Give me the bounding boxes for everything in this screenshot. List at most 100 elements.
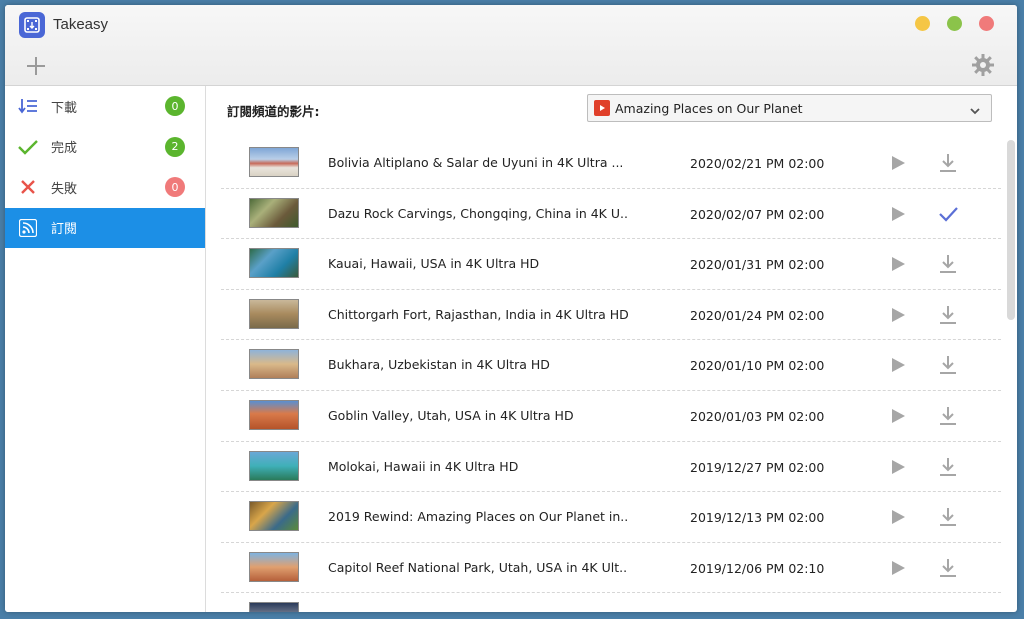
app-logo-icon <box>19 12 45 38</box>
play-button[interactable] <box>889 255 907 273</box>
download-icon <box>940 508 956 527</box>
add-button[interactable] <box>25 55 47 77</box>
sidebar-item-failed[interactable]: 失敗 0 <box>5 167 205 208</box>
video-thumbnail <box>249 298 299 329</box>
video-thumbnail <box>249 602 299 612</box>
video-title: Bolivia Altiplano & Salar de Uyuni in 4K… <box>328 155 624 170</box>
video-row[interactable]: Dazu Rock Carvings, Chongqing, China in … <box>221 189 1001 240</box>
video-thumbnail <box>249 147 299 177</box>
play-icon <box>892 358 905 373</box>
channel-name: Amazing Places on Our Planet <box>615 100 803 116</box>
video-thumbnail <box>249 501 299 532</box>
rss-icon <box>17 217 39 239</box>
play-button[interactable] <box>889 205 907 223</box>
video-date: 2019/12/27 PM 02:00 <box>690 459 825 475</box>
play-button[interactable] <box>889 559 907 577</box>
play-icon <box>892 459 905 474</box>
check-icon <box>17 136 39 158</box>
sidebar-item-subscriptions[interactable]: 訂閱 <box>5 207 205 248</box>
video-title: Molokai, Hawaii in 4K Ultra HD <box>328 458 519 474</box>
download-list-icon <box>17 95 39 117</box>
video-row[interactable]: Bolivia Altiplano & Salar de Uyuni in 4K… <box>221 138 1001 189</box>
title-bar: Takeasy <box>5 5 1017 86</box>
plus-icon <box>27 57 45 75</box>
video-thumbnail <box>249 399 299 430</box>
video-title: Kauai, Hawaii, USA in 4K Ultra HD <box>328 256 540 272</box>
play-button[interactable] <box>889 458 907 476</box>
play-button[interactable] <box>889 508 907 526</box>
play-button[interactable] <box>889 306 907 324</box>
download-icon <box>940 305 956 324</box>
video-title: 2019 Rewind: Amazing Places on Our Plane… <box>328 509 628 525</box>
video-title: Bukhara, Uzbekistan in 4K Ultra HD <box>328 357 550 373</box>
channel-select[interactable]: Amazing Places on Our Planet <box>587 94 992 122</box>
app-title: Takeasy <box>53 16 109 33</box>
scrollbar[interactable] <box>1007 140 1015 320</box>
download-button[interactable] <box>937 304 959 326</box>
count-badge: 2 <box>165 136 185 157</box>
sidebar-item-label: 訂閱 <box>51 222 78 238</box>
video-row[interactable]: Bukhara, Uzbekistan in 4K Ultra HD 2020/… <box>221 340 1001 391</box>
video-list: Bolivia Altiplano & Salar de Uyuni in 4K… <box>221 138 1001 612</box>
main-panel: 訂閱頻道的影片: Amazing Places on Our Planet Bo… <box>207 86 1017 612</box>
app-window: Takeasy 下載 0 完成 2 失敗 0 訂閱 訂閱頻道的影片: Amazi… <box>5 5 1017 612</box>
video-thumbnail <box>249 248 299 279</box>
minimize-button[interactable] <box>915 16 930 31</box>
check-icon <box>939 206 958 222</box>
downloaded-indicator[interactable] <box>937 203 959 225</box>
video-row[interactable]: Molokai, Hawaii in 4K Ultra HD 2019/12/2… <box>221 442 1001 493</box>
download-button[interactable] <box>937 354 959 376</box>
download-button[interactable] <box>937 152 959 174</box>
video-row[interactable]: Chittorgarh Fort, Rajasthan, India in 4K… <box>221 290 1001 341</box>
play-icon <box>892 307 905 322</box>
sidebar-item-downloads[interactable]: 下載 0 <box>5 86 205 127</box>
video-row[interactable] <box>221 593 1001 612</box>
count-badge: 0 <box>165 177 185 197</box>
download-icon <box>940 356 956 375</box>
download-button[interactable] <box>937 506 959 528</box>
download-button[interactable] <box>937 253 959 275</box>
play-icon <box>892 257 905 272</box>
video-date: 2020/02/21 PM 02:00 <box>690 156 825 171</box>
video-row[interactable]: Goblin Valley, Utah, USA in 4K Ultra HD … <box>221 391 1001 442</box>
download-icon <box>940 457 956 476</box>
video-date: 2020/02/07 PM 02:00 <box>690 206 825 222</box>
video-date: 2019/12/06 PM 02:10 <box>690 560 825 576</box>
sidebar-item-label: 下載 <box>51 100 78 116</box>
play-button[interactable] <box>889 356 907 374</box>
gear-icon <box>972 54 994 76</box>
download-icon <box>940 558 956 577</box>
maximize-button[interactable] <box>947 16 962 31</box>
sidebar-item-label: 失敗 <box>51 181 78 197</box>
sidebar-item-completed[interactable]: 完成 2 <box>5 127 205 168</box>
video-row[interactable]: Capitol Reef National Park, Utah, USA in… <box>221 543 1001 594</box>
download-button[interactable] <box>937 405 959 427</box>
video-title: Capitol Reef National Park, Utah, USA in… <box>328 559 628 575</box>
play-button[interactable] <box>889 407 907 425</box>
play-button[interactable] <box>889 154 907 172</box>
video-date: 2020/01/03 PM 02:00 <box>690 408 825 424</box>
download-button[interactable] <box>937 557 959 579</box>
subscription-label: 訂閱頻道的影片: <box>227 104 320 119</box>
video-date: 2020/01/10 PM 02:00 <box>690 358 825 374</box>
sidebar: 下載 0 完成 2 失敗 0 訂閱 <box>5 86 206 612</box>
video-row[interactable]: 2019 Rewind: Amazing Places on Our Plane… <box>221 492 1001 543</box>
youtube-icon <box>594 100 610 116</box>
download-icon <box>940 406 956 425</box>
video-date: 2020/01/31 PM 02:00 <box>690 257 825 273</box>
video-title: Dazu Rock Carvings, Chongqing, China in … <box>328 205 628 221</box>
settings-button[interactable] <box>971 53 995 77</box>
play-icon <box>892 408 905 423</box>
play-icon <box>892 560 905 575</box>
close-icon <box>17 176 39 198</box>
sidebar-item-label: 完成 <box>51 141 78 157</box>
play-icon <box>892 510 905 525</box>
video-row[interactable]: Kauai, Hawaii, USA in 4K Ultra HD 2020/0… <box>221 239 1001 290</box>
video-date: 2019/12/13 PM 02:00 <box>690 510 825 526</box>
chevron-down-icon <box>969 102 981 121</box>
download-icon <box>940 255 956 274</box>
video-title: Goblin Valley, Utah, USA in 4K Ultra HD <box>328 407 574 423</box>
video-thumbnail <box>249 197 299 228</box>
download-button[interactable] <box>937 456 959 478</box>
close-window-button[interactable] <box>979 16 994 31</box>
